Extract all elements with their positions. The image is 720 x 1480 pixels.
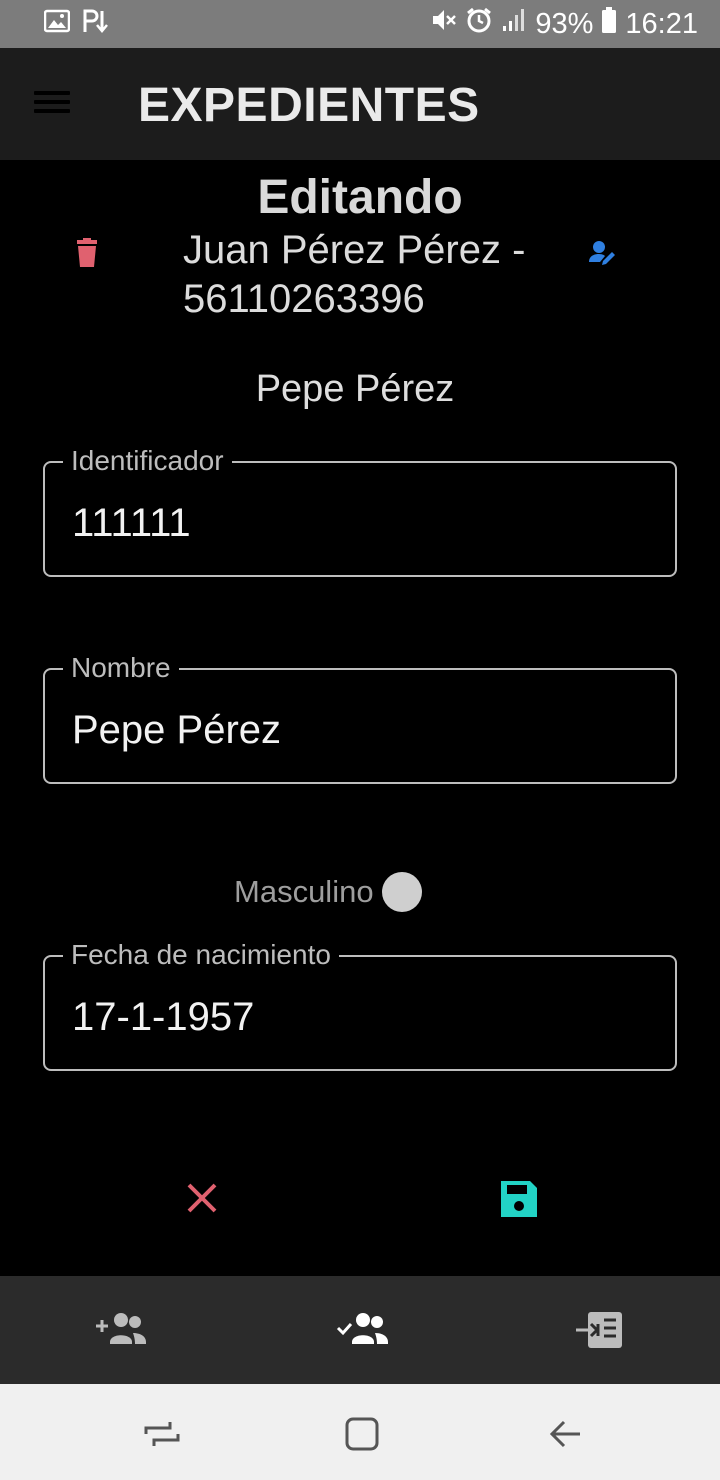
identificador-label: Identificador — [63, 443, 232, 479]
app-title: EXPEDIENTES — [138, 79, 480, 132]
save-icon[interactable] — [498, 1178, 540, 1220]
battery-percent: 93% — [535, 7, 594, 40]
battery-icon — [601, 6, 617, 42]
fecha-nacimiento-field[interactable]: Fecha de nacimiento 17-1-1957 — [43, 937, 677, 1071]
nombre-field[interactable]: Nombre Pepe Pérez — [43, 650, 677, 784]
mute-icon — [429, 6, 457, 42]
nombre-label: Nombre — [63, 650, 179, 686]
fecha-nacimiento-label: Fecha de nacimiento — [63, 937, 339, 973]
signal-icon — [501, 7, 527, 41]
gender-toggle-knob[interactable] — [381, 872, 422, 912]
edit-person-icon[interactable] — [588, 238, 618, 268]
nombre-value[interactable]: Pepe Pérez — [72, 708, 281, 753]
app-bar: EXPEDIENTES — [0, 48, 720, 160]
system-navigation — [0, 1384, 720, 1480]
person-name: Pepe Pérez — [255, 368, 455, 410]
hamburger-menu-icon[interactable] — [30, 86, 74, 122]
gender-switch[interactable]: Masculino — [234, 872, 422, 912]
status-bar: 93% 16:21 — [0, 0, 720, 48]
close-icon[interactable] — [184, 1180, 220, 1216]
back-icon[interactable] — [546, 1414, 586, 1454]
add-person-icon[interactable] — [94, 1306, 148, 1354]
trash-icon[interactable] — [74, 238, 100, 268]
import-icon[interactable] — [574, 1306, 624, 1354]
editing-heading: Editando — [257, 171, 463, 224]
image-icon — [43, 9, 71, 38]
identificador-field[interactable]: Identificador 111111 — [43, 443, 677, 577]
record-title: Juan Pérez Pérez - 56110263396 — [183, 228, 526, 321]
home-icon[interactable] — [342, 1414, 382, 1454]
clock: 16:21 — [625, 7, 698, 40]
recent-apps-icon[interactable] — [142, 1414, 182, 1454]
p-download-icon — [82, 8, 110, 39]
alarm-icon — [465, 6, 493, 42]
identificador-value[interactable]: 111111 — [72, 501, 191, 546]
people-check-icon[interactable] — [336, 1306, 390, 1354]
bottom-navigation — [0, 1276, 720, 1384]
status-right-icons: 93% 16:21 — [429, 6, 698, 42]
status-left-icons — [43, 8, 110, 39]
gender-label: Masculino — [234, 874, 374, 909]
fecha-nacimiento-value[interactable]: 17-1-1957 — [72, 995, 254, 1040]
